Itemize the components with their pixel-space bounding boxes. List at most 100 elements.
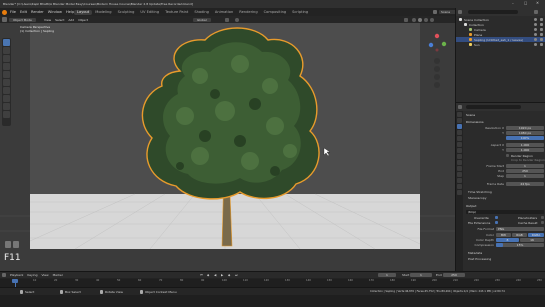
timeline-editor-type-icon[interactable] <box>2 272 6 277</box>
render-region-checkbox[interactable] <box>506 154 509 157</box>
menu-edit[interactable]: Edit <box>20 10 27 15</box>
placeholders-checkbox[interactable] <box>541 216 544 219</box>
stereoscopy-panel[interactable]: Stereoscopy <box>468 196 487 200</box>
outliner-row[interactable]: Sun <box>456 42 545 47</box>
annotate-tool-icon[interactable] <box>3 87 10 94</box>
timeline-menu-playback[interactable]: Playback <box>10 273 23 277</box>
workspace-tab-scripting[interactable]: Scripting <box>289 10 311 15</box>
render-visibility-icon[interactable] <box>540 43 543 46</box>
color-rgb-button[interactable]: RGB <box>512 233 527 237</box>
viewport-menu-add[interactable]: Add <box>68 18 74 22</box>
prev-key-icon[interactable]: ◆ <box>207 273 209 277</box>
rotate-tool-icon[interactable] <box>3 63 10 70</box>
workspace-tab-layout[interactable]: Layout <box>74 9 93 15</box>
cursor-tool-icon[interactable] <box>3 47 10 54</box>
close-icon[interactable]: ✕ <box>536 1 539 6</box>
workspace-tab-compositing[interactable]: Compositing <box>261 10 290 15</box>
aspect-x-field[interactable]: 1.000 <box>506 143 544 147</box>
resolution-x-field[interactable]: 1920 px <box>506 126 544 130</box>
proportional-edit-icon[interactable] <box>235 17 239 22</box>
visibility-eye-icon[interactable] <box>534 23 537 26</box>
menu-help[interactable]: Help <box>66 10 74 15</box>
measure-tool-icon[interactable] <box>3 95 10 102</box>
zoom-view-icon[interactable] <box>434 58 440 64</box>
editor-type-icon[interactable] <box>2 17 7 22</box>
play-reverse-icon[interactable]: ◀ <box>214 273 216 277</box>
workspace-tab-modeling[interactable]: Modeling <box>92 10 114 15</box>
wireframe-shading-icon[interactable] <box>412 17 416 22</box>
viewport-menu-view[interactable]: View <box>44 18 51 22</box>
frame-step-field[interactable]: 1 <box>506 174 544 178</box>
minimize-icon[interactable]: – <box>512 1 514 6</box>
tool-tab-icon[interactable] <box>457 112 462 117</box>
move-tool-icon[interactable] <box>3 55 10 62</box>
output-tab-icon[interactable] <box>457 124 462 129</box>
post-processing-panel[interactable]: Post Processing <box>468 257 491 261</box>
select-box-tool-icon[interactable] <box>3 39 10 46</box>
render-visibility-icon[interactable] <box>540 18 543 21</box>
data-tab-icon[interactable] <box>457 178 462 183</box>
resolution-y-field[interactable]: 1080 px <box>506 131 544 135</box>
next-key-icon[interactable]: ◆ <box>228 273 230 277</box>
scale-tool-icon[interactable] <box>3 71 10 78</box>
world-tab-icon[interactable] <box>457 142 462 147</box>
output-panel-header[interactable]: Output <box>466 204 476 208</box>
compression-slider[interactable]: 15% <box>496 243 544 247</box>
viewport-menu-select[interactable]: Select <box>55 18 64 22</box>
output-path-field[interactable]: /tmp\ <box>466 210 544 214</box>
transform-orientation-selector[interactable]: Global <box>193 17 211 22</box>
end-frame-field[interactable]: 250 <box>443 272 465 277</box>
workspace-tab-sculpting[interactable]: Sculpting <box>115 10 138 15</box>
view-layer-tab-icon[interactable] <box>457 130 462 135</box>
solid-shading-icon[interactable] <box>418 17 422 22</box>
jump-start-icon[interactable]: ⏮ <box>200 273 203 277</box>
menu-window[interactable]: Window <box>48 10 62 15</box>
time-stretching-panel[interactable]: Time Stretching <box>468 190 492 194</box>
maximize-icon[interactable]: □ <box>524 1 527 6</box>
timeline-menu-view[interactable]: View <box>41 273 48 277</box>
perspective-toggle-icon[interactable] <box>434 82 440 88</box>
jump-end-icon[interactable]: ⏭ <box>235 273 238 277</box>
render-visibility-icon[interactable] <box>540 28 543 31</box>
material-shading-icon[interactable] <box>424 17 428 22</box>
object-tab-icon[interactable] <box>457 148 462 153</box>
workspace-tab-rendering[interactable]: Rendering <box>236 10 260 15</box>
modifier-tab-icon[interactable] <box>457 154 462 159</box>
overwrite-checkbox[interactable] <box>495 216 498 219</box>
timeline-menu-marker[interactable]: Marker <box>53 273 63 277</box>
visibility-eye-icon[interactable] <box>534 28 537 31</box>
pan-view-icon[interactable] <box>434 66 440 72</box>
file-extensions-checkbox[interactable] <box>495 221 498 224</box>
blender-logo-icon[interactable] <box>2 9 7 15</box>
outliner-search-input[interactable] <box>468 9 518 14</box>
file-format-select[interactable]: PNG <box>496 227 544 231</box>
visibility-eye-icon[interactable] <box>534 43 537 46</box>
render-visibility-icon[interactable] <box>540 38 543 41</box>
workspace-tab-shading[interactable]: Shading <box>191 10 212 15</box>
play-icon[interactable]: ▶ <box>221 273 223 277</box>
dimensions-panel-header[interactable]: Dimensions <box>466 120 484 124</box>
add-cube-tool-icon[interactable] <box>3 103 10 110</box>
timeline-menu-keying[interactable]: Keying <box>27 273 37 277</box>
color-depth-8-button[interactable]: 8 <box>496 238 519 242</box>
menu-file[interactable]: File <box>10 10 16 15</box>
3d-viewport[interactable]: Object Mode View Select Add Object Global C… <box>0 16 455 271</box>
properties-search-input[interactable] <box>466 104 521 109</box>
viewport-menu-object[interactable]: Object <box>78 18 88 22</box>
render-visibility-icon[interactable] <box>540 23 543 26</box>
mode-selector[interactable]: Object Mode <box>9 17 36 22</box>
render-tab-icon[interactable] <box>457 118 462 123</box>
physics-tab-icon[interactable] <box>457 166 462 171</box>
workspace-tab-animation[interactable]: Animation <box>212 10 236 15</box>
filter-icon[interactable] <box>534 9 538 14</box>
workspace-tab-uv-editing[interactable]: UV Editing <box>137 10 162 15</box>
render-visibility-icon[interactable] <box>540 33 543 36</box>
aspect-y-field[interactable]: 1.000 <box>506 148 544 152</box>
metadata-panel[interactable]: Metadata <box>468 251 482 255</box>
overlay-icon[interactable] <box>404 17 408 22</box>
transform-tool-icon[interactable] <box>3 79 10 86</box>
material-tab-icon[interactable] <box>457 184 462 189</box>
visibility-eye-icon[interactable] <box>534 18 537 21</box>
workspace-tab-texture-paint[interactable]: Texture Paint <box>162 10 191 15</box>
frame-start-field[interactable]: 1 <box>506 164 544 168</box>
